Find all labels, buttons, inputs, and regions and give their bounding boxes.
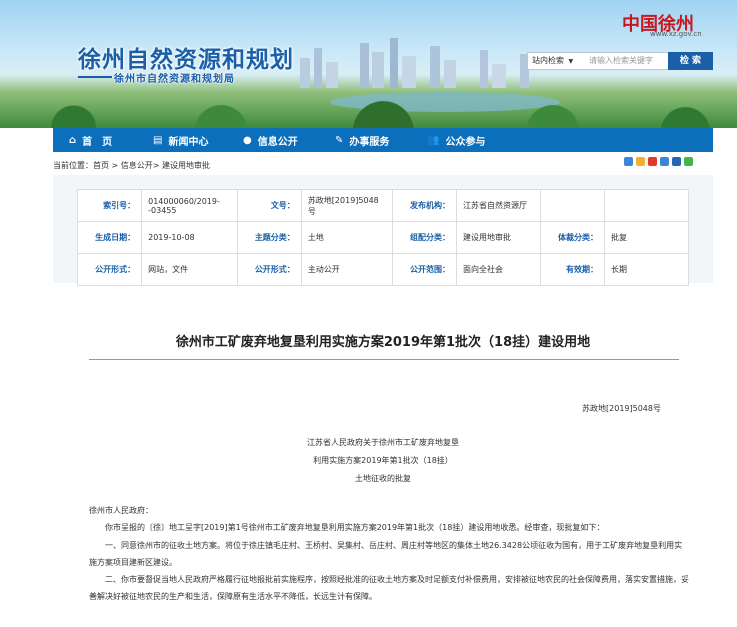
publisher-value: 江苏省自然资源厅 <box>455 189 541 222</box>
heading-line: 利用实施方案2019年第1批次（18挂） <box>313 456 453 465</box>
form2-value: 主动公开 <box>300 253 393 286</box>
nav-item-label: 公众参与 <box>445 136 486 148</box>
site-subtitle: 徐州市自然资源和规划局 <box>114 74 235 85</box>
site-title: 徐州自然资源和规划 <box>78 47 294 73</box>
index-value: 014000060/2019--03455 <box>141 189 238 222</box>
share-renren-icon[interactable] <box>672 157 681 166</box>
share-bar <box>624 157 693 166</box>
heading-line: 土地征收的批复 <box>355 474 411 483</box>
paragraph: 你市呈报的〔徐〕地工呈字[2019]第1号徐州市工矿废弃地复垦利用实施方案201… <box>89 523 605 532</box>
nav-item-news[interactable]: ▤ 新闻中心 <box>139 128 229 152</box>
form-value: 网站，文件 <box>141 253 238 286</box>
nav-item-service[interactable]: ✎ 办事服务 <box>321 128 413 152</box>
info-row: 生成日期： 2019-10-08 主题分类： 土地 组配分类： 建设用地审批 体… <box>76 221 689 254</box>
nav-item-label: 首 页 <box>82 136 113 148</box>
nav-item-label: 信息公开 <box>257 136 298 148</box>
genre-label: 体裁分类： <box>539 221 606 254</box>
publisher-label: 发布机构： <box>391 189 457 222</box>
form-label: 公开形式： <box>76 253 143 286</box>
heading-line: 江苏省人民政府关于徐州市工矿废弃地复垦 <box>307 438 459 447</box>
search-button[interactable]: 检 索 <box>668 52 713 70</box>
subtitle-divider <box>78 76 112 78</box>
category-label: 组配分类： <box>391 221 457 254</box>
share-qzone-icon[interactable] <box>636 157 645 166</box>
nav-item-label: 新闻中心 <box>168 136 209 148</box>
date-value: 2019-10-08 <box>141 221 238 254</box>
genre-value: 批复 <box>604 221 689 254</box>
category-value: 建设用地审批 <box>455 221 541 254</box>
empty-label <box>539 189 606 222</box>
docno-value: 苏政地[2019]5048号 <box>300 189 393 222</box>
brand-url: www.xz.gov.cn <box>650 30 702 38</box>
topic-value: 土地 <box>300 221 393 254</box>
share-plus-icon[interactable] <box>624 157 633 166</box>
info-icon: ● <box>243 134 252 146</box>
article: 徐州市工矿废弃地复垦利用实施方案2019年第1批次（18挂）建设用地 苏政地[2… <box>53 297 713 627</box>
news-icon: ▤ <box>153 134 163 146</box>
brand-logo-link[interactable]: 中国徐州 www.xz.gov.cn <box>622 8 722 40</box>
paragraph: 一、同意徐州市的征收土地方案。将位于徐庄镇毛庄村、王桥村、吴集村、岳庄村、周庄村… <box>89 541 683 567</box>
share-qq-icon[interactable] <box>660 157 669 166</box>
info-row: 公开形式： 网站，文件 公开形式： 主动公开 公开范围： 面向全社会 有效期： … <box>76 253 689 286</box>
title-divider <box>89 359 679 360</box>
article-title: 徐州市工矿废弃地复垦利用实施方案2019年第1批次（18挂）建设用地 <box>175 335 591 350</box>
nav-item-info[interactable]: ● 信息公开 <box>229 128 321 152</box>
date-label: 生成日期： <box>76 221 143 254</box>
nav-item-home[interactable]: ⌂ 首 页 <box>53 128 139 152</box>
info-row: 索引号： 014000060/2019--03455 文号： 苏政地[2019]… <box>76 189 689 222</box>
search-scope-select[interactable]: 站内检索 ▼ <box>532 55 580 67</box>
search-scope-label: 站内检索 <box>532 56 564 65</box>
topic-label: 主题分类： <box>236 221 302 254</box>
info-panel: 索引号： 014000060/2019--03455 文号： 苏政地[2019]… <box>53 175 713 286</box>
main-nav: ⌂ 首 页 ▤ 新闻中心 ● 信息公开 ✎ 办事服务 👥 公众参与 <box>53 128 713 152</box>
trees-image <box>0 92 737 128</box>
article-doc-no: 苏政地[2019]5048号 <box>582 404 661 413</box>
validity-value: 长期 <box>604 253 689 286</box>
paragraph: 二、你市要督促当地人民政府严格履行征地报批前实施程序，按照经批准的征收土地方案及… <box>89 575 689 601</box>
validity-label: 有效期： <box>539 253 606 286</box>
index-label: 索引号： <box>76 189 143 222</box>
header-banner: 徐州自然资源和规划 徐州市自然资源和规划局 中国徐州 www.xz.gov.cn… <box>0 0 737 128</box>
nav-item-label: 办事服务 <box>349 136 390 148</box>
home-icon: ⌂ <box>69 134 77 146</box>
form2-label: 公开形式： <box>236 253 302 286</box>
salutation: 徐州市人民政府： <box>89 506 153 515</box>
info-table: 索引号： 014000060/2019--03455 文号： 苏政地[2019]… <box>76 189 689 286</box>
scope-value: 面向全社会 <box>455 253 541 286</box>
empty-value <box>604 189 689 222</box>
nav-item-public[interactable]: 👥 公众参与 <box>413 128 505 152</box>
people-icon: 👥 <box>427 134 440 146</box>
docno-label: 文号： <box>236 189 302 222</box>
share-weibo-icon[interactable] <box>648 157 657 166</box>
breadcrumb: 当前位置：首页 > 信息公开> 建设用地审批 <box>53 161 211 170</box>
service-icon: ✎ <box>335 134 344 146</box>
scope-label: 公开范围： <box>391 253 457 286</box>
chevron-down-icon: ▼ <box>568 58 574 65</box>
share-wechat-icon[interactable] <box>684 157 693 166</box>
